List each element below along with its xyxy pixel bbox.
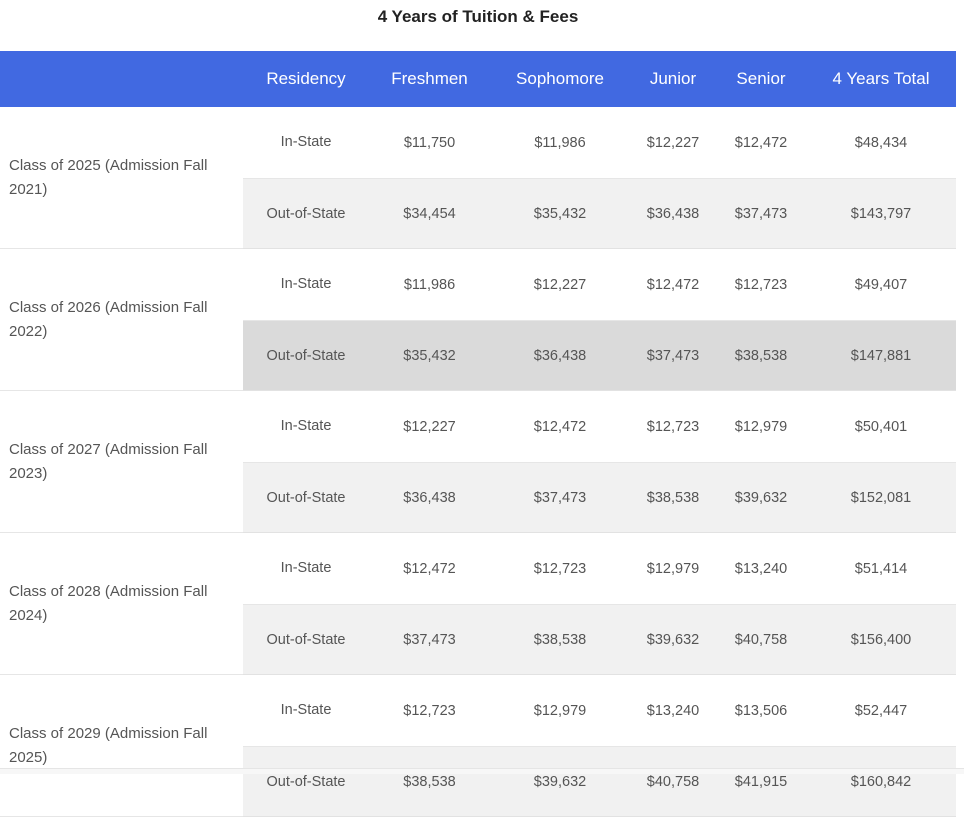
junior-cell: $12,472 (630, 248, 716, 321)
table-header-row: Residency Freshmen Sophomore Junior Seni… (0, 51, 956, 107)
senior-cell: $39,632 (716, 462, 806, 533)
junior-cell: $39,632 (630, 604, 716, 675)
residency-cell: Out-of-State (243, 320, 369, 391)
class-label: Class of 2027 (Admission Fall 2023) (0, 390, 243, 533)
residency-cell: Out-of-State (243, 462, 369, 533)
residency-cell: In-State (243, 107, 369, 179)
total-cell: $49,407 (806, 248, 956, 321)
senior-cell: $12,723 (716, 248, 806, 321)
junior-cell: $36,438 (630, 178, 716, 249)
header-residency: Residency (243, 51, 369, 107)
senior-cell: $12,472 (716, 107, 806, 179)
senior-cell: $37,473 (716, 178, 806, 249)
total-cell: $52,447 (806, 674, 956, 747)
class-label: Class of 2028 (Admission Fall 2024) (0, 532, 243, 675)
freshmen-cell: $11,750 (369, 107, 490, 179)
junior-cell: $37,473 (630, 320, 716, 391)
junior-cell: $12,227 (630, 107, 716, 179)
header-total: 4 Years Total (806, 51, 956, 107)
residency-cell: In-State (243, 248, 369, 321)
sophomore-cell: $35,432 (490, 178, 630, 249)
total-cell: $50,401 (806, 390, 956, 463)
junior-cell: $40,758 (630, 746, 716, 817)
freshmen-cell: $12,227 (369, 390, 490, 463)
freshmen-cell: $36,438 (369, 462, 490, 533)
residency-cell: In-State (243, 532, 369, 605)
senior-cell: $41,915 (716, 746, 806, 817)
residency-cell: Out-of-State (243, 604, 369, 675)
table-row: Class of 2029 (Admission Fall 2025) In-S… (0, 674, 956, 817)
junior-cell: $38,538 (630, 462, 716, 533)
sophomore-cell: $12,472 (490, 390, 630, 463)
residency-cell: In-State (243, 674, 369, 747)
freshmen-cell: $37,473 (369, 604, 490, 675)
freshmen-cell: $34,454 (369, 178, 490, 249)
senior-cell: $13,506 (716, 674, 806, 747)
junior-cell: $12,723 (630, 390, 716, 463)
freshmen-cell: $38,538 (369, 746, 490, 817)
junior-cell: $13,240 (630, 674, 716, 747)
senior-cell: $38,538 (716, 320, 806, 391)
table-row: Class of 2025 (Admission Fall 2021) In-S… (0, 107, 956, 249)
tuition-table: Residency Freshmen Sophomore Junior Seni… (0, 51, 956, 817)
table-row: Class of 2027 (Admission Fall 2023) In-S… (0, 390, 956, 533)
sophomore-cell: $37,473 (490, 462, 630, 533)
sophomore-cell: $11,986 (490, 107, 630, 179)
sophomore-cell: $12,227 (490, 248, 630, 321)
header-class (0, 51, 243, 107)
sophomore-cell: $38,538 (490, 604, 630, 675)
total-cell: $160,842 (806, 746, 956, 817)
sophomore-cell: $12,979 (490, 674, 630, 747)
senior-cell: $13,240 (716, 532, 806, 605)
header-sophomore: Sophomore (490, 51, 630, 107)
class-label: Class of 2025 (Admission Fall 2021) (0, 107, 243, 249)
header-senior: Senior (716, 51, 806, 107)
page-title: 4 Years of Tuition & Fees (377, 7, 579, 26)
freshmen-cell: $12,723 (369, 674, 490, 747)
class-label: Class of 2029 (Admission Fall 2025) (0, 674, 243, 817)
senior-cell: $40,758 (716, 604, 806, 675)
freshmen-cell: $12,472 (369, 532, 490, 605)
senior-cell: $12,979 (716, 390, 806, 463)
residency-cell: In-State (243, 390, 369, 463)
total-cell: $152,081 (806, 462, 956, 533)
total-cell: $156,400 (806, 604, 956, 675)
horizontal-scrollbar[interactable] (0, 768, 964, 774)
table-row: Class of 2028 (Admission Fall 2024) In-S… (0, 532, 956, 675)
sophomore-cell: $39,632 (490, 746, 630, 817)
residency-cell: Out-of-State (243, 746, 369, 817)
freshmen-cell: $11,986 (369, 248, 490, 321)
header-freshmen: Freshmen (369, 51, 490, 107)
total-cell: $48,434 (806, 107, 956, 179)
total-cell: $147,881 (806, 320, 956, 391)
junior-cell: $12,979 (630, 532, 716, 605)
table-row: Class of 2026 (Admission Fall 2022) In-S… (0, 248, 956, 391)
total-cell: $143,797 (806, 178, 956, 249)
sophomore-cell: $12,723 (490, 532, 630, 605)
header-junior: Junior (630, 51, 716, 107)
total-cell: $51,414 (806, 532, 956, 605)
freshmen-cell: $35,432 (369, 320, 490, 391)
residency-cell: Out-of-State (243, 178, 369, 249)
class-label: Class of 2026 (Admission Fall 2022) (0, 248, 243, 391)
sophomore-cell: $36,438 (490, 320, 630, 391)
